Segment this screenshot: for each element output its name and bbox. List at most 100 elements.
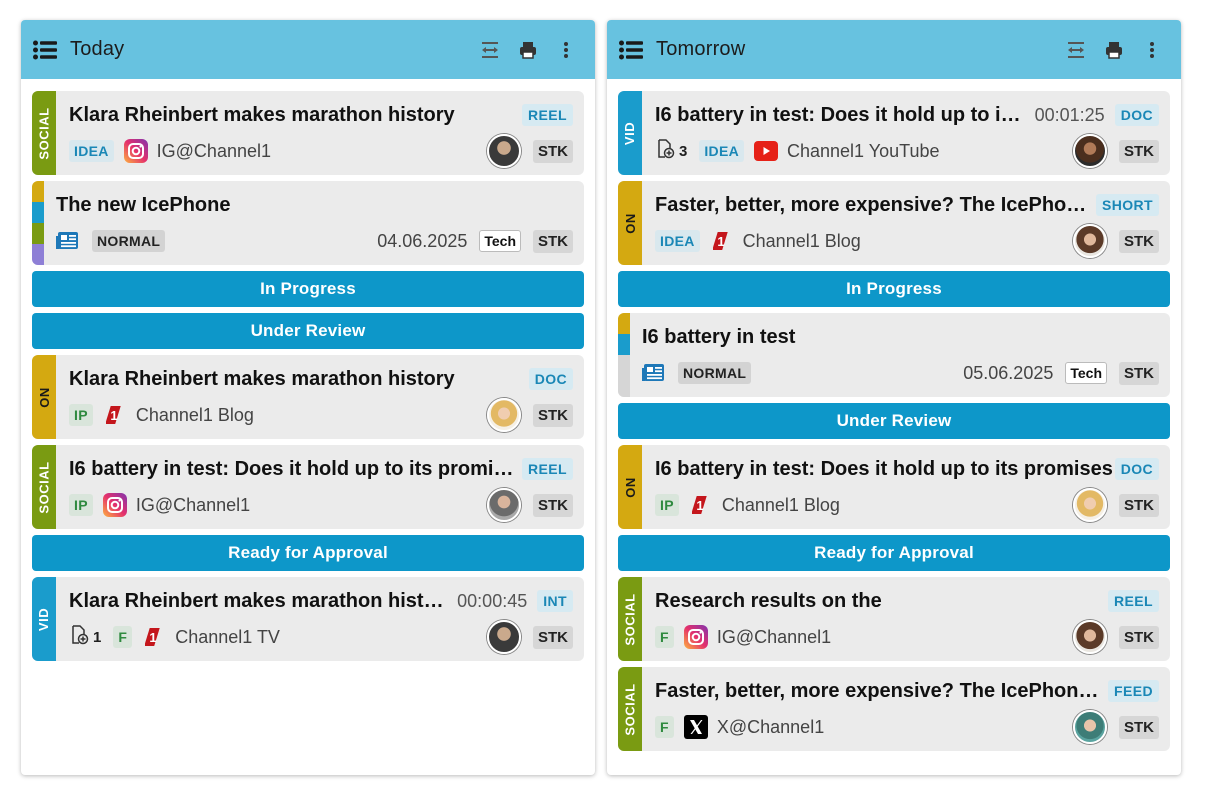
channel-type-label: VID bbox=[622, 121, 638, 145]
assignee-badge[interactable]: STK bbox=[1119, 361, 1159, 385]
more-vertical-icon[interactable] bbox=[551, 35, 581, 65]
status-group-header[interactable]: In Progress bbox=[618, 271, 1170, 307]
assignee-badge[interactable]: STK bbox=[1119, 229, 1159, 253]
assignee-badge[interactable]: STK bbox=[533, 625, 573, 649]
content-card[interactable]: SOCIAL Faster, better, more expensive? Th… bbox=[618, 667, 1170, 751]
blog-icon: 1 bbox=[103, 403, 127, 427]
attachments-number: 1 bbox=[93, 628, 102, 646]
card-meta-row: IP 1 Channel1 Blog STK bbox=[655, 488, 1159, 522]
card-meta-row: IDEA 1 Channel1 Blog STK bbox=[655, 224, 1159, 258]
content-card[interactable]: SOCIAL I6 battery in test: Does it hold u… bbox=[32, 445, 584, 529]
attachments-count[interactable]: 1 bbox=[69, 625, 101, 649]
column-body: VID I6 battery in test: Does it hold up t… bbox=[607, 79, 1181, 751]
card-title[interactable]: I6 battery in test: Does it hold up to i… bbox=[655, 458, 1115, 481]
card-title[interactable]: I6 battery in test bbox=[642, 326, 1159, 349]
expand-icon[interactable] bbox=[475, 35, 505, 65]
topic-tag[interactable]: Tech bbox=[479, 230, 521, 252]
avatar[interactable] bbox=[1073, 134, 1107, 168]
card-header-row: Faster, better, more expensive? The IceP… bbox=[655, 677, 1159, 705]
card-header-row: I6 battery in test: Does it hold up to i… bbox=[655, 101, 1159, 129]
assignee-badge[interactable]: STK bbox=[533, 493, 573, 517]
content-card[interactable]: VID Klara Rheinbert makes marathon histor… bbox=[32, 577, 584, 661]
card-title[interactable]: Faster, better, more expensive? The IceP… bbox=[655, 680, 1108, 703]
print-icon[interactable] bbox=[1099, 35, 1129, 65]
more-vertical-icon[interactable] bbox=[1137, 35, 1167, 65]
avatar[interactable] bbox=[487, 620, 521, 654]
channel-name: Channel1 TV bbox=[175, 626, 280, 647]
channel-name: IG@Channel1 bbox=[135, 494, 251, 515]
avatar[interactable] bbox=[487, 488, 521, 522]
channel-type-label: ON bbox=[36, 386, 52, 408]
content-card[interactable]: I6 battery in test NORMAL 05.06.2025 Tech ST… bbox=[618, 313, 1170, 397]
avatar[interactable] bbox=[487, 134, 521, 168]
assignee-badge[interactable]: STK bbox=[1119, 139, 1159, 163]
card-title[interactable]: Klara Rheinbert makes marathon history bbox=[69, 368, 529, 391]
card-meta-row: IDEA IG@Channel1 STK bbox=[69, 134, 573, 168]
channel-type-stripe: SOCIAL bbox=[618, 667, 642, 751]
status-group-header[interactable]: Under Review bbox=[618, 403, 1170, 439]
format-badge: FEED bbox=[1108, 680, 1159, 702]
status-badge: IDEA bbox=[69, 140, 114, 162]
status-badge: IDEA bbox=[655, 230, 700, 252]
status-group-header[interactable]: Ready for Approval bbox=[618, 535, 1170, 571]
topic-tag[interactable]: Tech bbox=[1065, 362, 1107, 384]
content-card[interactable]: ON Faster, better, more expensive? The Ic… bbox=[618, 181, 1170, 265]
format-badge: SHORT bbox=[1096, 194, 1159, 216]
channel-name: Channel1 Blog bbox=[721, 494, 840, 515]
content-card[interactable]: ON Klara Rheinbert makes marathon history… bbox=[32, 355, 584, 439]
status-group-header[interactable]: In Progress bbox=[32, 271, 584, 307]
card-title[interactable]: I6 battery in test: Does it hold up to i… bbox=[655, 104, 1023, 127]
channel-type-label: SOCIAL bbox=[622, 592, 638, 646]
format-badge: REEL bbox=[522, 458, 573, 480]
format-badge: REEL bbox=[1108, 590, 1159, 612]
column-header: Today bbox=[21, 20, 595, 79]
content-card[interactable]: ON I6 battery in test: Does it hold up to… bbox=[618, 445, 1170, 529]
assignee-badge[interactable]: STK bbox=[1119, 493, 1159, 517]
avatar[interactable] bbox=[1073, 488, 1107, 522]
assignee-badge[interactable]: STK bbox=[533, 229, 573, 253]
card-title[interactable]: The new IcePhone bbox=[56, 194, 573, 217]
card-header-row: I6 battery in test: Does it hold up to i… bbox=[69, 455, 573, 483]
assignee-badge[interactable]: STK bbox=[533, 403, 573, 427]
content-card[interactable]: The new IcePhone NORMAL 04.06.2025 Tech STK bbox=[32, 181, 584, 265]
card-title[interactable]: Research results on the bbox=[655, 590, 1108, 613]
format-badge: DOC bbox=[1114, 458, 1159, 480]
publish-date: 04.06.2025 bbox=[377, 230, 468, 251]
card-meta-row: 1 F 1 Channel1 TV STK bbox=[69, 620, 573, 654]
avatar[interactable] bbox=[487, 398, 521, 432]
expand-icon[interactable] bbox=[1061, 35, 1091, 65]
card-header-row: Klara Rheinbert makes marathon history 00… bbox=[69, 587, 573, 615]
card-title[interactable]: Faster, better, more expensive? The IceP… bbox=[655, 194, 1096, 217]
assignee-badge[interactable]: STK bbox=[533, 139, 573, 163]
channel-name: Channel1 Blog bbox=[742, 230, 861, 251]
content-card[interactable]: SOCIAL Research results on the REEL F IG@Cha… bbox=[618, 577, 1170, 661]
card-title[interactable]: Klara Rheinbert makes marathon history bbox=[69, 104, 522, 127]
status-badge: IP bbox=[69, 494, 93, 516]
content-card[interactable]: VID I6 battery in test: Does it hold up t… bbox=[618, 91, 1170, 175]
multi-channel-stripe bbox=[618, 313, 630, 397]
status-group-header[interactable]: Ready for Approval bbox=[32, 535, 584, 571]
avatar[interactable] bbox=[1073, 224, 1107, 258]
card-meta-row: F IG@Channel1 STK bbox=[655, 620, 1159, 654]
card-title[interactable]: Klara Rheinbert makes marathon history bbox=[69, 590, 445, 613]
format-badge: DOC bbox=[528, 368, 573, 390]
card-header-row: Klara Rheinbert makes marathon history RE… bbox=[69, 101, 573, 129]
avatar[interactable] bbox=[1073, 620, 1107, 654]
assignee-badge[interactable]: STK bbox=[1119, 625, 1159, 649]
priority-badge: NORMAL bbox=[678, 362, 752, 384]
youtube-icon bbox=[754, 139, 778, 163]
attachments-count[interactable]: 3 bbox=[655, 139, 687, 163]
print-icon[interactable] bbox=[513, 35, 543, 65]
column-title: Tomorrow bbox=[656, 38, 746, 60]
status-group-header[interactable]: Under Review bbox=[32, 313, 584, 349]
instagram-icon bbox=[123, 139, 148, 163]
assignee-badge[interactable]: STK bbox=[1119, 715, 1159, 739]
duration: 00:01:25 bbox=[1034, 104, 1105, 125]
channel-type-stripe: ON bbox=[618, 445, 642, 529]
content-card[interactable]: SOCIAL Klara Rheinbert makes marathon his… bbox=[32, 91, 584, 175]
publish-date: 05.06.2025 bbox=[963, 362, 1054, 383]
card-title[interactable]: I6 battery in test: Does it hold up to i… bbox=[69, 458, 522, 481]
svg-text:1: 1 bbox=[110, 408, 117, 423]
avatar[interactable] bbox=[1073, 710, 1107, 744]
channel-type-label: SOCIAL bbox=[622, 682, 638, 736]
